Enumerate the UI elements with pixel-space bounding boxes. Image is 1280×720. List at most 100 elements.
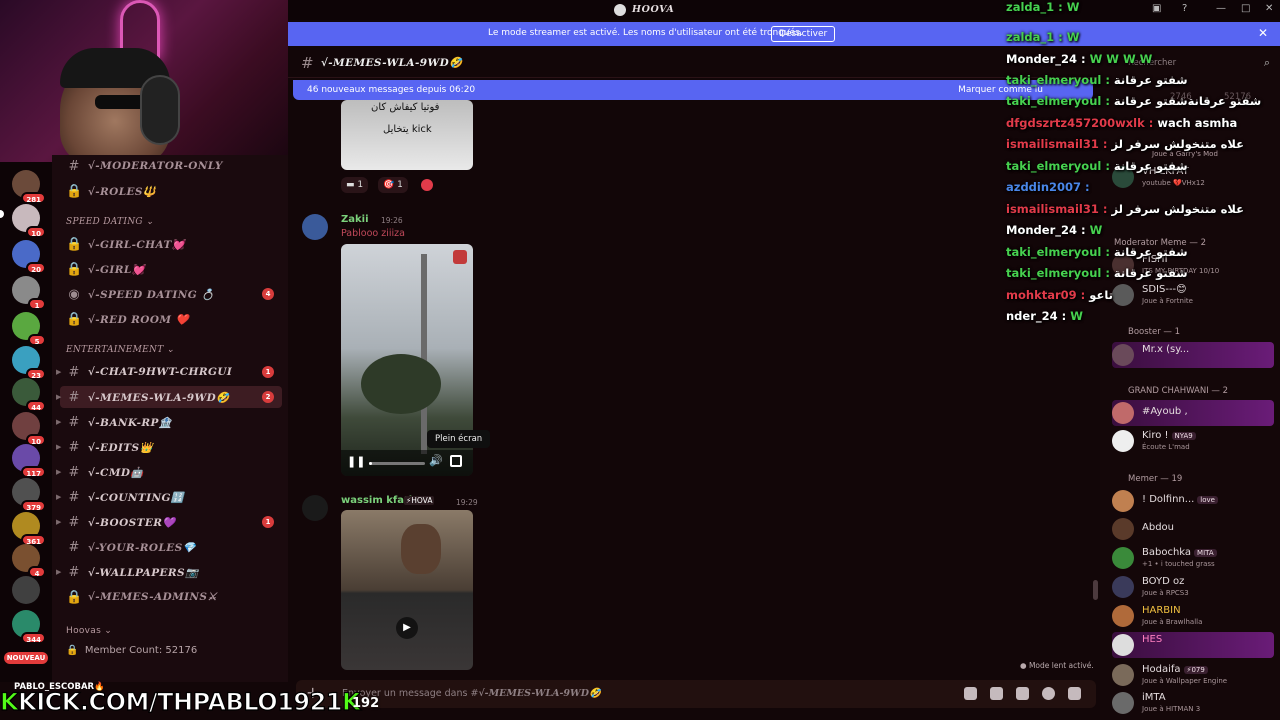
channel-memes-wla-9wd[interactable]: ▶ # √-MEMES-WLA-9WD🤣 2	[56, 386, 282, 408]
hash-icon: #	[68, 464, 80, 480]
maximize-icon[interactable]: □	[1241, 3, 1250, 14]
add-reaction-icon[interactable]	[421, 179, 433, 191]
channel-memes-admins[interactable]: 🔒 √-MEMES-ADMINS⚔	[60, 586, 282, 608]
gif-icon[interactable]	[990, 687, 1003, 700]
member-item[interactable]: ! Dolfinn... love	[1112, 488, 1274, 514]
mention-badge: 1	[262, 366, 274, 378]
reaction-chip[interactable]: ▬ 1	[341, 177, 369, 193]
gift-icon[interactable]	[964, 687, 977, 700]
member-name: iMTA	[1142, 692, 1166, 703]
server-icon[interactable]: 379	[12, 478, 46, 512]
server-icon[interactable]: 4	[12, 544, 46, 578]
channel-red-room[interactable]: 🔒 √-RED ROOM ❤️	[60, 308, 282, 330]
close-window-icon[interactable]: ✕	[1265, 3, 1273, 14]
channel-girl-chat[interactable]: 🔒 √-GIRL-CHAT💓	[60, 233, 282, 255]
sticker-icon[interactable]	[1016, 687, 1029, 700]
avatar[interactable]	[302, 495, 328, 521]
hash-icon: #	[68, 489, 80, 505]
video-progress-bar[interactable]	[369, 462, 425, 465]
member-item[interactable]: Mr.x (sy...	[1112, 342, 1274, 368]
message-composer[interactable]: + Envoyer un message dans #√-MEMES-WLA-9…	[296, 680, 1096, 708]
server-icon[interactable]: 10	[12, 204, 46, 238]
member-name: Hodaifa ⚡079	[1142, 664, 1208, 675]
selected-server-pill	[0, 210, 4, 218]
help-icon[interactable]: ?	[1182, 3, 1187, 14]
scrollbar[interactable]	[1093, 580, 1098, 600]
member-item[interactable]: FISHI ITS MY BIRTDAY 10/10	[1112, 252, 1274, 278]
member-item[interactable]: VH LKFAT youtube 💔VHx12	[1112, 164, 1274, 190]
video-embed[interactable]: ▶	[341, 510, 473, 670]
emoji-icon[interactable]	[1042, 687, 1055, 700]
category-speed-dating[interactable]: SPEED DATING ⌄	[66, 217, 154, 227]
reaction-chip[interactable]: 🎯 1	[378, 177, 408, 193]
message-author[interactable]: Zakii	[341, 214, 369, 225]
server-icon[interactable]	[12, 576, 40, 604]
member-tag: love	[1197, 496, 1218, 504]
server-icon[interactable]: 23	[12, 346, 46, 380]
channel-speed-dating[interactable]: ◉ √-SPEED DATING 💍 4	[60, 283, 282, 305]
member-name: HARBIN	[1142, 605, 1181, 616]
composer-placeholder: Envoyer un message dans #√-MEMES-WLA-9WD…	[342, 688, 601, 699]
member-item[interactable]: Abdou	[1112, 516, 1274, 542]
mention-badge: 2	[262, 391, 274, 403]
avatar[interactable]	[302, 214, 328, 240]
category-entertainement[interactable]: ENTERTAINEMENT ⌄	[66, 345, 175, 355]
member-status: +1 • i touched grass	[1142, 560, 1215, 568]
server-icon[interactable]: 5	[12, 312, 46, 346]
member-item[interactable]: iMTA Joue à HITMAN 3	[1112, 690, 1274, 716]
channel-edits[interactable]: ▶ # √-EDITS👑	[56, 436, 282, 458]
member-item[interactable]: Hodaifa ⚡079 Joue à Wallpaper Engine	[1112, 662, 1274, 688]
channel-counting[interactable]: ▶ # √-COUNTING🔢	[56, 486, 282, 508]
member-item[interactable]: Kiro ! NYA9 Écoute L'mad	[1112, 428, 1274, 454]
member-tag: ⚡079	[1183, 666, 1208, 674]
avatar	[1112, 664, 1134, 686]
member-item[interactable]: HES	[1112, 632, 1274, 658]
server-icon[interactable]: 1	[12, 276, 46, 310]
disable-streamer-button[interactable]: Désactiver	[771, 26, 836, 42]
channel-booster[interactable]: ▶ # √-BOOSTER💜 1	[56, 511, 282, 533]
inbox-icon[interactable]: ▣	[1152, 3, 1161, 14]
fullscreen-icon[interactable]	[450, 455, 462, 467]
member-item[interactable]: BOYD oz Joue à RPCS3	[1112, 574, 1274, 600]
apps-icon[interactable]	[1068, 687, 1081, 700]
channel-roles[interactable]: 🔒 √-ROLES🔱	[60, 180, 282, 202]
message-author[interactable]: wassim kfati	[341, 495, 412, 506]
channel-moderator-only[interactable]: # √-MODERATOR-ONLY	[60, 155, 282, 177]
channel-girl[interactable]: 🔒 √-GIRL💓	[60, 258, 282, 280]
minimize-icon[interactable]: —	[1216, 3, 1226, 14]
category-hoovas[interactable]: Hoovas ⌄	[66, 626, 112, 636]
channel-wallpapers[interactable]: ▶ # √-WALLPAPERS📷	[56, 561, 282, 583]
server-icon[interactable]: 10	[12, 412, 46, 446]
new-messages-bar[interactable]: 46 nouveaux messages depuis 06:20 Marque…	[293, 80, 1093, 100]
server-icon[interactable]: 344	[12, 610, 46, 644]
channel-bank-rp[interactable]: ▶ # √-BANK-RP🏦	[56, 411, 282, 433]
search-icon[interactable]: ⌕	[1264, 56, 1270, 70]
channel-name: √-CHAT-9HWT-CHRGUI	[88, 366, 233, 378]
channel-name: √-MEMES-ADMINS⚔	[88, 591, 218, 603]
volume-icon[interactable]: 🔊	[429, 454, 443, 467]
download-icon[interactable]	[453, 250, 467, 264]
member-item[interactable]: SDIS---😊 Joue à Fortnite	[1112, 282, 1274, 308]
channel-your-roles[interactable]: # √-YOUR-ROLES💎	[60, 536, 282, 558]
server-icon[interactable]: 361	[12, 512, 46, 546]
search-field[interactable]: Rechercher	[1128, 58, 1176, 68]
channel-name: √-GIRL💓	[88, 263, 146, 276]
meme-image[interactable]: فوتيا كيفاش كان يتخايل kick	[341, 100, 473, 170]
server-icon[interactable]: 117	[12, 444, 46, 478]
channel-chat-9hwt[interactable]: ▶ # √-CHAT-9HWT-CHRGUI 1	[56, 361, 282, 383]
mark-read-button[interactable]: Marquer comme lu	[958, 85, 1043, 95]
channel-title: √-MEMES-WLA-9WD🤣	[321, 57, 463, 69]
server-icon[interactable]: 281	[12, 170, 46, 204]
member-item[interactable]: HARBIN Joue à Brawlhalla	[1112, 603, 1274, 629]
play-icon[interactable]: ▶	[396, 617, 418, 639]
member-item[interactable]: #Ayoub ,	[1112, 400, 1274, 426]
avatar	[1112, 692, 1134, 714]
trees	[361, 354, 441, 414]
role-header: Booster — 1	[1128, 327, 1181, 337]
close-banner-icon[interactable]: ✕	[1258, 26, 1268, 40]
server-icon[interactable]: 44	[12, 378, 46, 412]
server-icon[interactable]: 20	[12, 240, 46, 274]
pause-icon[interactable]: ❚❚	[347, 455, 365, 468]
member-item[interactable]: Babochka MITA +1 • i touched grass	[1112, 545, 1274, 571]
channel-cmd[interactable]: ▶ # √-CMD🤖	[56, 461, 282, 483]
